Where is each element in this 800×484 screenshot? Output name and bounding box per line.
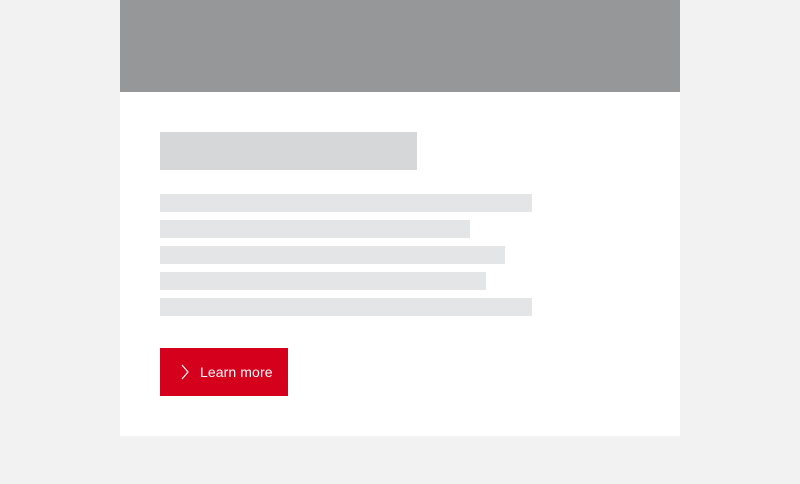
learn-more-label: Learn more xyxy=(200,364,273,380)
text-line-placeholder xyxy=(160,220,470,238)
text-line-placeholder xyxy=(160,298,532,316)
text-line-placeholder xyxy=(160,194,532,212)
teaser-card: Learn more xyxy=(120,0,680,436)
learn-more-button[interactable]: Learn more xyxy=(160,348,288,396)
text-line-placeholder xyxy=(160,246,505,264)
chevron-right-icon xyxy=(180,364,190,380)
title-placeholder xyxy=(160,132,417,170)
hero-image-placeholder xyxy=(120,0,680,92)
text-line-placeholder xyxy=(160,272,486,290)
